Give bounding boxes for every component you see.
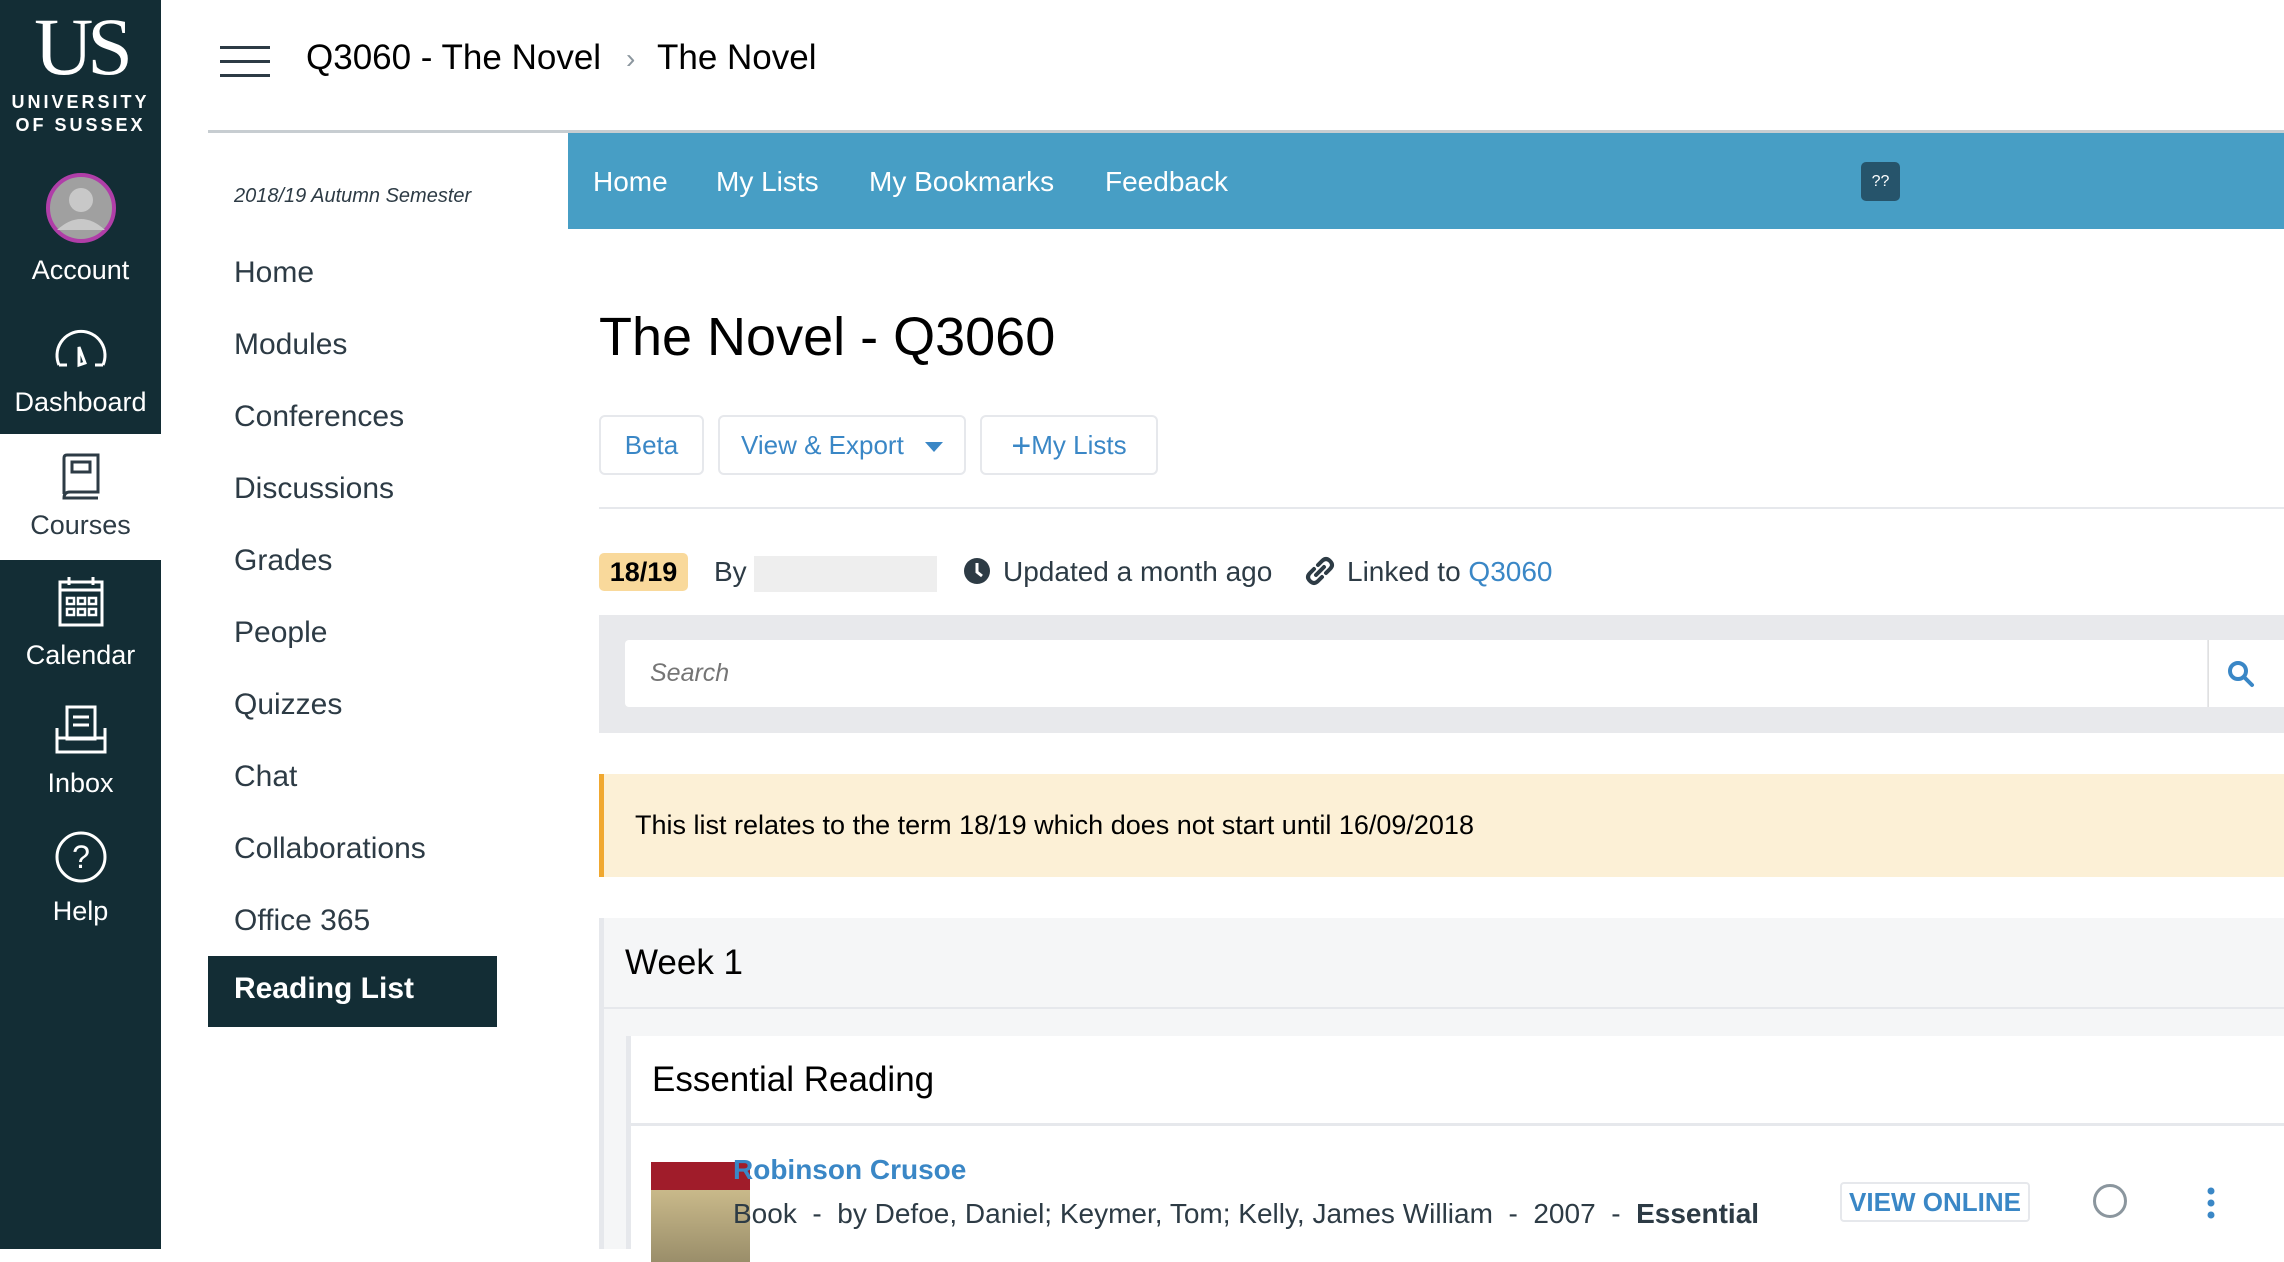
divider	[604, 1007, 2284, 1009]
term-label: 2018/19 Autumn Semester	[234, 185, 472, 207]
dashboard-icon	[55, 329, 106, 368]
breadcrumb-separator-icon: ›	[626, 43, 636, 74]
reading-list-topnav: Home My Lists My Bookmarks Feedback ??	[568, 133, 2284, 229]
search-button[interactable]	[2208, 640, 2284, 707]
course-nav-conferences[interactable]: Conferences	[234, 400, 404, 434]
nav-inbox[interactable]: Inbox	[0, 698, 161, 808]
course-nav-chat[interactable]: Chat	[234, 760, 297, 794]
nav-help[interactable]: ? Help	[0, 826, 161, 936]
breadcrumb-course[interactable]: Q3060 - The Novel	[306, 38, 601, 78]
nav-courses[interactable]: Courses	[0, 434, 161, 560]
divider	[599, 507, 2284, 509]
list-item: Robinson Crusoe Book - by Defoe, Daniel;…	[631, 1126, 2284, 1262]
search-input[interactable]	[625, 640, 2207, 707]
calendar-icon	[58, 577, 103, 627]
section-title: Week 1	[625, 943, 744, 982]
courses-icon	[61, 453, 99, 500]
course-nav-home[interactable]: Home	[234, 256, 314, 290]
nav-dashboard[interactable]: Dashboard	[0, 315, 161, 425]
page-title: The Novel - Q3060	[599, 307, 1056, 367]
view-export-button[interactable]: View & Export	[718, 415, 966, 475]
course-nav-modules[interactable]: Modules	[234, 328, 347, 362]
section-week-1: Week 1 Essential Reading Robinson Crusoe…	[599, 918, 2284, 1262]
nav-label: Dashboard	[14, 387, 147, 417]
item-type: Book	[733, 1198, 797, 1229]
view-export-label: View & Export	[740, 430, 904, 460]
item-authors: by Defoe, Daniel; Keymer, Tom; Kelly, Ja…	[837, 1198, 1493, 1229]
view-online-button[interactable]: VIEW ONLINE	[1840, 1182, 2030, 1222]
linked-course-link[interactable]: Q3060	[1468, 556, 1552, 587]
read-status-toggle[interactable]	[2093, 1184, 2127, 1218]
item-importance: Essential	[1636, 1198, 1760, 1229]
nav-account[interactable]: Account	[0, 165, 161, 295]
more-options-icon[interactable]	[2203, 1186, 2219, 1220]
term-badge: 18/19	[599, 553, 688, 591]
nav-label: Account	[31, 255, 130, 285]
nav-label: Courses	[30, 510, 131, 540]
help-icon: ?	[55, 831, 106, 883]
clock-icon	[964, 558, 990, 584]
topnav-my-lists[interactable]: My Lists	[716, 166, 819, 198]
course-nav-office365[interactable]: Office 365	[234, 904, 370, 938]
alert-text: This list relates to the term 18/19 whic…	[635, 810, 1474, 840]
nav-label: Inbox	[47, 768, 114, 798]
course-nav-grades[interactable]: Grades	[234, 544, 332, 578]
caret-down-icon	[925, 442, 944, 453]
item-year: 2007	[1533, 1198, 1596, 1229]
topnav-home[interactable]: Home	[593, 166, 668, 198]
beta-button[interactable]: Beta	[599, 415, 704, 475]
avatar-icon	[45, 173, 116, 243]
university-logo[interactable]: US	[0, 6, 161, 88]
subsection-title: Essential Reading	[652, 1060, 935, 1099]
course-nav-people[interactable]: People	[234, 616, 327, 650]
menu-toggle-icon[interactable]	[220, 46, 270, 78]
linked-to: Linked to Q3060	[1347, 556, 1553, 588]
search-icon	[2228, 661, 2254, 687]
inbox-icon	[55, 705, 106, 754]
item-meta: Book - by Defoe, Daniel; Keymer, Tom; Ke…	[733, 1198, 1760, 1229]
course-nav-collaborations[interactable]: Collaborations	[234, 832, 426, 866]
nav-calendar[interactable]: Calendar	[0, 570, 161, 680]
plus-icon: +	[1011, 427, 1032, 465]
global-nav: US UNIVERSITY OF SUSSEX Account Dashboar…	[0, 0, 161, 1249]
logo-line-2: OF SUSSEX	[15, 115, 146, 135]
course-nav-quizzes[interactable]: Quizzes	[234, 688, 342, 722]
logo-line-1: UNIVERSITY	[11, 92, 150, 112]
nav-label: Help	[52, 896, 109, 926]
course-nav-reading-list[interactable]: Reading List	[208, 956, 497, 1027]
topnav-feedback[interactable]: Feedback	[1105, 166, 1228, 198]
search-panel	[599, 615, 2284, 733]
by-label: By	[714, 556, 747, 587]
svg-text:?: ?	[72, 839, 90, 875]
my-lists-label: My Lists	[1031, 430, 1127, 460]
item-title-link[interactable]: Robinson Crusoe	[733, 1154, 966, 1186]
term-alert: This list relates to the term 18/19 whic…	[599, 774, 2284, 877]
help-button[interactable]: ??	[1861, 162, 1900, 201]
updated-text: Updated a month ago	[1003, 556, 1273, 587]
linked-prefix: Linked to	[1347, 556, 1461, 587]
topnav-my-bookmarks[interactable]: My Bookmarks	[869, 166, 1054, 198]
course-nav-discussions[interactable]: Discussions	[234, 472, 394, 506]
add-to-my-lists-button[interactable]: +My Lists	[980, 415, 1158, 475]
nav-label: Calendar	[25, 640, 136, 670]
subsection-essential-reading: Essential Reading Robinson Crusoe Book -…	[626, 1036, 2284, 1262]
breadcrumb-page: The Novel	[657, 38, 817, 77]
author-redacted	[754, 556, 937, 592]
link-icon	[1306, 557, 1334, 585]
